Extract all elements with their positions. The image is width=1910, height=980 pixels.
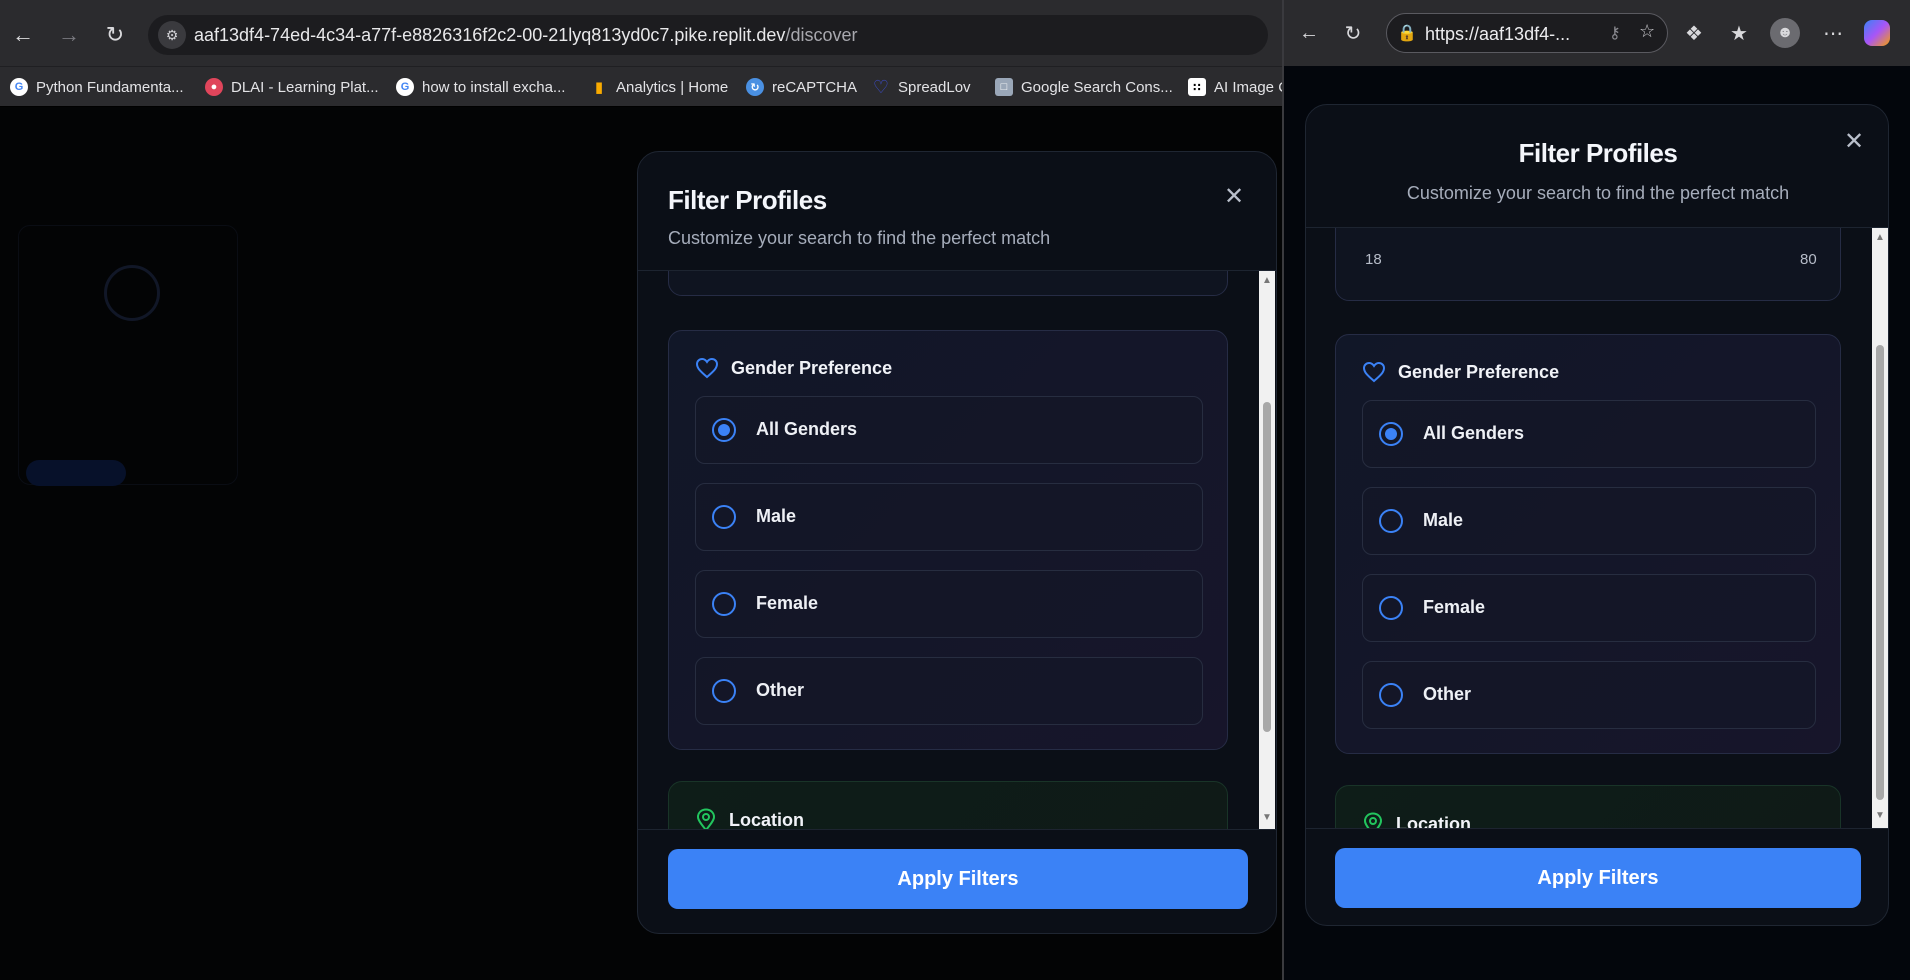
close-icon[interactable]: ✕ [1220, 182, 1248, 210]
scroll-up-arrow-icon[interactable]: ▲ [1873, 232, 1887, 243]
radio-button[interactable] [1379, 596, 1403, 620]
profile-avatar-icon[interactable]: ☻ [1770, 18, 1800, 48]
copilot-icon[interactable] [1864, 20, 1890, 46]
gender-section-header: Gender Preference [1362, 361, 1559, 383]
close-icon[interactable]: ✕ [1840, 127, 1868, 155]
back-arrow-icon[interactable]: ← [1294, 18, 1324, 48]
gender-section: Gender Preference All Genders Male Femal… [668, 330, 1228, 750]
gender-option-female[interactable]: Female [1362, 574, 1816, 642]
modal-title: Filter Profiles [668, 185, 827, 215]
star-icon[interactable]: ☆ [1639, 21, 1655, 42]
filter-scroll-area[interactable]: 18 80 Gender Preference All Genders Male… [1306, 228, 1868, 828]
radio-button[interactable] [712, 505, 736, 529]
analytics-icon: ▮ [594, 79, 604, 96]
radio-button[interactable] [1379, 422, 1403, 446]
heart-icon [1362, 361, 1386, 383]
modal-title: Filter Profiles [1518, 138, 1678, 168]
dice-icon: ∷ [1188, 78, 1206, 96]
gender-option-all[interactable]: All Genders [1362, 400, 1816, 468]
age-range-section [668, 271, 1228, 296]
radio-button[interactable] [1379, 509, 1403, 533]
extensions-icon[interactable]: ❖ [1679, 18, 1709, 48]
bookmark-item[interactable]: Ghow to install excha... [396, 75, 565, 99]
location-section: Location [668, 781, 1228, 829]
bookmark-item[interactable]: ∷ AI Image C [1188, 75, 1289, 99]
gender-option-other[interactable]: Other [1362, 661, 1816, 729]
favorites-icon[interactable]: ★ [1724, 18, 1754, 48]
location-section: Location [1335, 785, 1841, 828]
browser-toolbar: ← ↻ 🔒 https://aaf13df4-... ⚷ ☆ ❖ ★ ☻ ⋯ [1284, 0, 1910, 66]
age-range-section: 18 80 [1335, 228, 1841, 301]
gender-option-female[interactable]: Female [695, 570, 1203, 638]
url-text: aaf13df4-74ed-4c34-a77f-e8826316f2c2-00-… [194, 25, 858, 45]
filter-modal: Filter Profiles Customize your search to… [637, 151, 1277, 934]
map-pin-icon [1363, 812, 1383, 828]
key-icon[interactable]: ⚷ [1609, 23, 1621, 43]
recaptcha-icon: ↻ [746, 78, 764, 96]
scroll-up-arrow-icon[interactable]: ▲ [1260, 275, 1274, 286]
google-icon: G [396, 78, 414, 96]
google-icon: G [10, 78, 28, 96]
background-profile-card [18, 225, 238, 485]
forward-arrow-icon[interactable]: → [52, 18, 86, 52]
bookmark-item[interactable]: ↻ reCAPTCHA [746, 75, 857, 99]
address-bar[interactable]: ⚙ aaf13df4-74ed-4c34-a77f-e8826316f2c2-0… [148, 15, 1268, 55]
map-pin-icon [696, 808, 716, 829]
modal-subtitle: Customize your search to find the perfec… [668, 228, 1051, 248]
bookmark-item[interactable]: ● DLAI - Learning Plat... [205, 75, 379, 99]
apply-filters-button[interactable]: Apply Filters [1335, 848, 1861, 908]
location-section-header: Location [695, 808, 804, 829]
gender-option-male[interactable]: Male [695, 483, 1203, 551]
filter-scroll-area[interactable]: Gender Preference All Genders Male Femal… [638, 271, 1248, 829]
heart-icon [695, 357, 719, 379]
address-bar[interactable]: 🔒 https://aaf13df4-... ⚷ ☆ [1386, 13, 1668, 53]
right-browser-window: ← ↻ 🔒 https://aaf13df4-... ⚷ ☆ ❖ ★ ☻ ⋯ F… [1282, 0, 1910, 980]
search-console-icon: □ [995, 78, 1013, 96]
scroll-down-arrow-icon[interactable]: ▼ [1873, 810, 1887, 821]
bookmark-item[interactable]: G Python Fundamenta... [10, 75, 184, 99]
filter-modal: Filter Profiles Customize your search to… [1305, 104, 1889, 926]
browser-toolbar: ← → ↻ ⚙ aaf13df4-74ed-4c34-a77f-e8826316… [0, 0, 1282, 66]
site-settings-icon[interactable]: ⚙ [158, 21, 186, 49]
bookmark-item[interactable]: □ Google Search Cons... [995, 75, 1173, 99]
bookmarks-bar: G Python Fundamenta... ● DLAI - Learning P… [0, 66, 1289, 106]
footer-divider [638, 829, 1276, 830]
radio-button[interactable] [712, 418, 736, 442]
scroll-down-arrow-icon[interactable]: ▼ [1260, 812, 1274, 823]
background-button [26, 460, 126, 486]
radio-button[interactable] [712, 592, 736, 616]
gender-section: Gender Preference All Genders Male Femal… [1335, 334, 1841, 754]
reload-icon[interactable]: ↻ [98, 18, 132, 52]
scrollbar-thumb[interactable] [1263, 402, 1271, 732]
age-min-label: 18 [1365, 251, 1382, 268]
modal-subtitle: Customize your search to find the perfec… [1406, 183, 1790, 203]
background-avatar [104, 265, 160, 321]
footer-divider [1306, 828, 1888, 829]
dlai-icon: ● [205, 78, 223, 96]
radio-button[interactable] [712, 679, 736, 703]
reload-icon[interactable]: ↻ [1338, 18, 1368, 48]
gender-option-all[interactable]: All Genders [695, 396, 1203, 464]
url-text: https://aaf13df4-... [1425, 24, 1571, 44]
scrollbar-thumb[interactable] [1876, 345, 1884, 800]
apply-filters-button[interactable]: Apply Filters [668, 849, 1248, 909]
lock-icon: 🔒 [1397, 25, 1417, 42]
gender-section-header: Gender Preference [695, 357, 892, 379]
radio-button[interactable] [1379, 683, 1403, 707]
bookmark-item[interactable]: ♡ SpreadLov [872, 75, 971, 99]
location-section-header: Location [1362, 812, 1471, 828]
bookmark-item[interactable]: ▮ Analytics | Home [590, 75, 728, 99]
gender-option-male[interactable]: Male [1362, 487, 1816, 555]
heart-icon: ♡ [872, 76, 890, 97]
left-browser-window: ← → ↻ ⚙ aaf13df4-74ed-4c34-a77f-e8826316… [0, 0, 1289, 980]
gender-option-other[interactable]: Other [695, 657, 1203, 725]
age-max-label: 80 [1800, 251, 1817, 268]
back-arrow-icon[interactable]: ← [6, 18, 40, 52]
more-menu-icon[interactable]: ⋯ [1818, 18, 1848, 48]
